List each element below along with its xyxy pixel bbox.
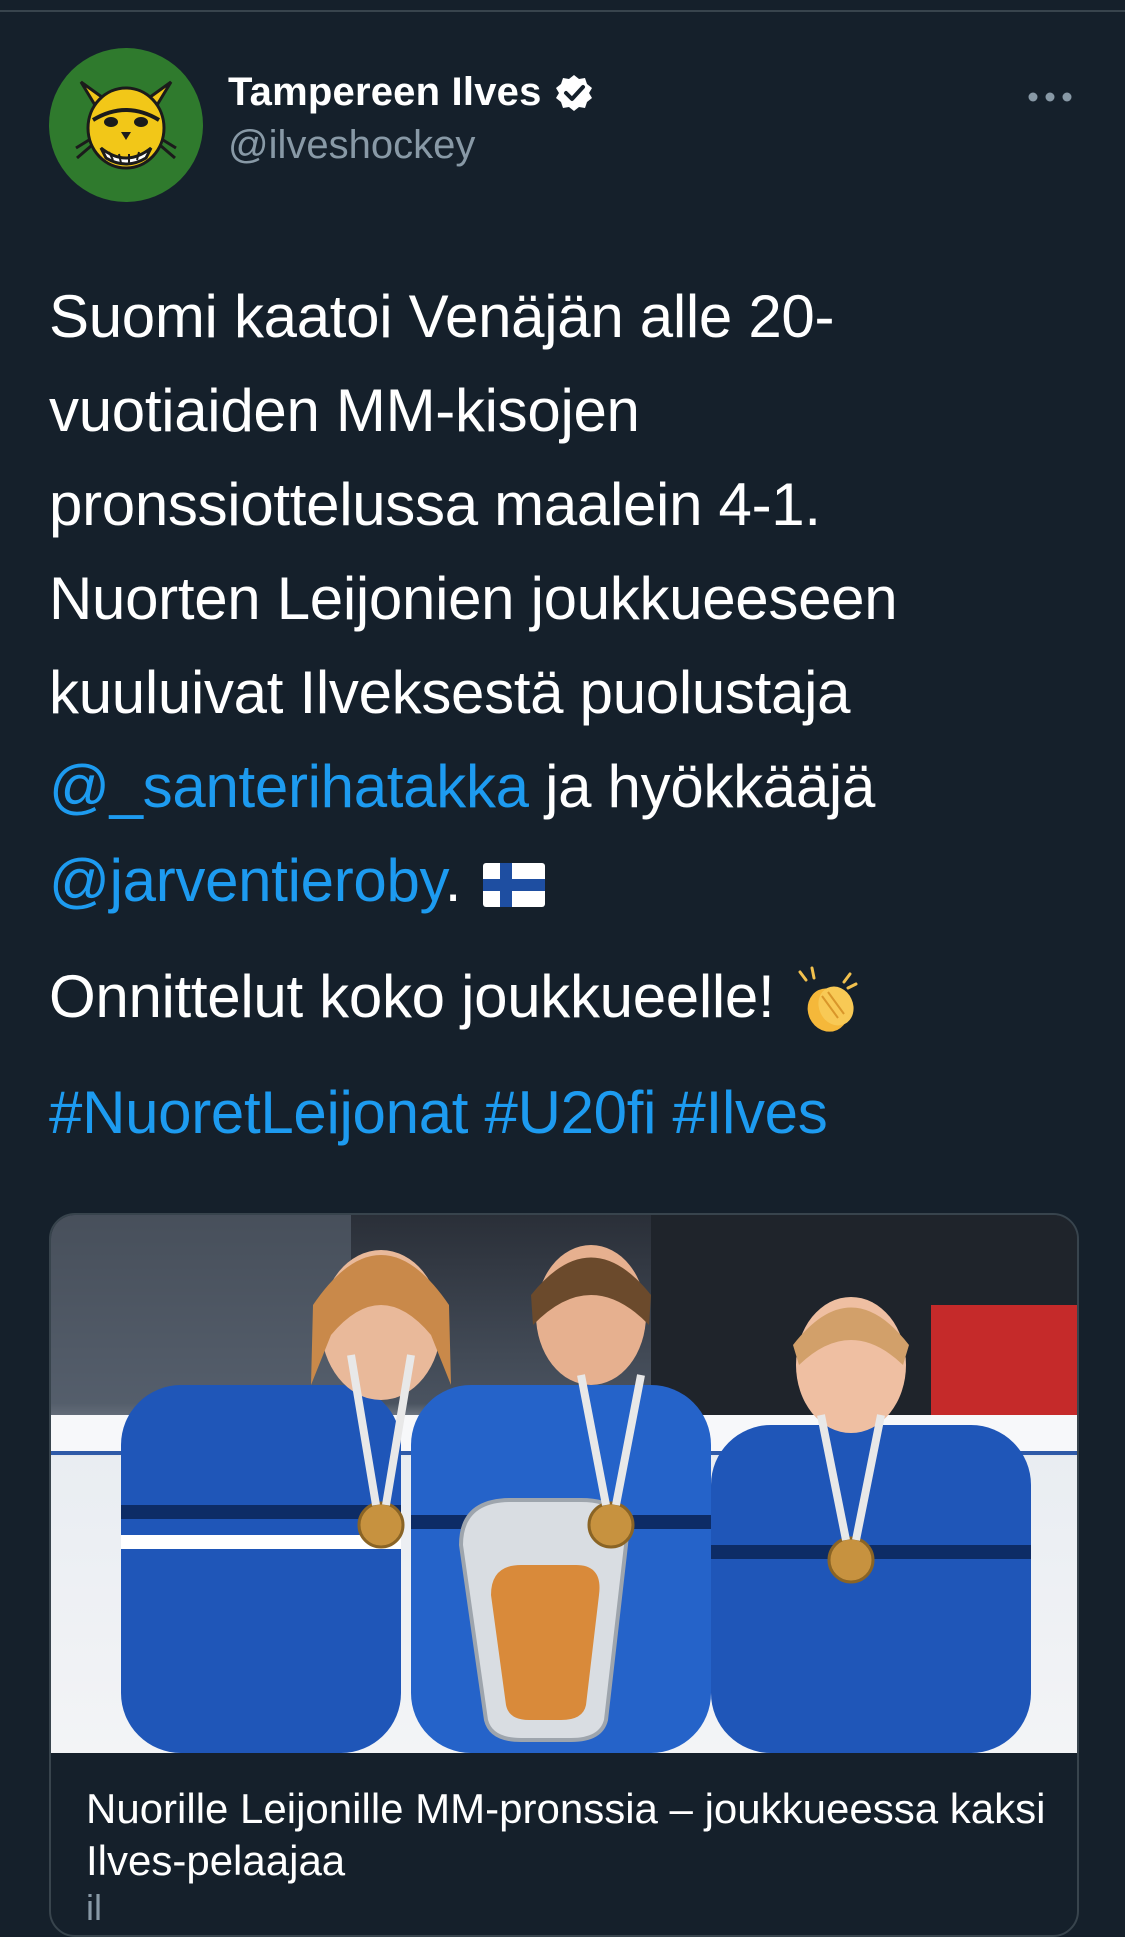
display-name[interactable]: Tampereen Ilves (228, 70, 542, 115)
tweet-line: vuotiaiden MM-kisojen (49, 377, 640, 444)
card-domain: il (86, 1887, 102, 1928)
tweet-text: Suomi kaatoi Venäjän alle 20- vuotiaiden… (49, 270, 1089, 1160)
tweet-line: . (444, 847, 462, 914)
clapping-hands-icon (798, 966, 858, 1032)
tweet-line: Nuorten Leijonien joukkueeseen (49, 565, 898, 632)
finland-flag-icon (483, 863, 546, 908)
top-divider (0, 10, 1125, 12)
tweet-line: ja hyökkääjä (528, 753, 876, 820)
more-options-icon[interactable] (1025, 82, 1075, 112)
tweet-line: pronssiottelussa maalein 4-1. (49, 471, 821, 538)
mention-link[interactable]: @_santerihatakka (49, 753, 529, 820)
card-title[interactable]: Nuorille Leijonille MM-pronssia – joukku… (86, 1783, 1046, 1887)
hashtags[interactable]: #NuoretLeijonat #U20fi #Ilves (49, 1079, 828, 1146)
tweet-line: Suomi kaatoi Venäjän alle 20- (49, 283, 835, 350)
handle[interactable]: @ilveshockey (228, 123, 594, 168)
link-card[interactable]: Nuorille Leijonille MM-pronssia – joukku… (49, 1213, 1079, 1937)
mention-link[interactable]: @jarventieroby (49, 847, 445, 914)
lynx-logo-icon (75, 80, 177, 170)
avatar[interactable] (49, 48, 203, 202)
author-info[interactable]: Tampereen Ilves @ilveshockey (228, 70, 594, 168)
tweet-line: kuuluivat Ilveksestä puolustaja (49, 659, 851, 726)
card-image (51, 1215, 1077, 1753)
congrats-text: Onnittelut koko joukkueelle! (49, 963, 775, 1030)
verified-badge-icon (555, 74, 592, 111)
